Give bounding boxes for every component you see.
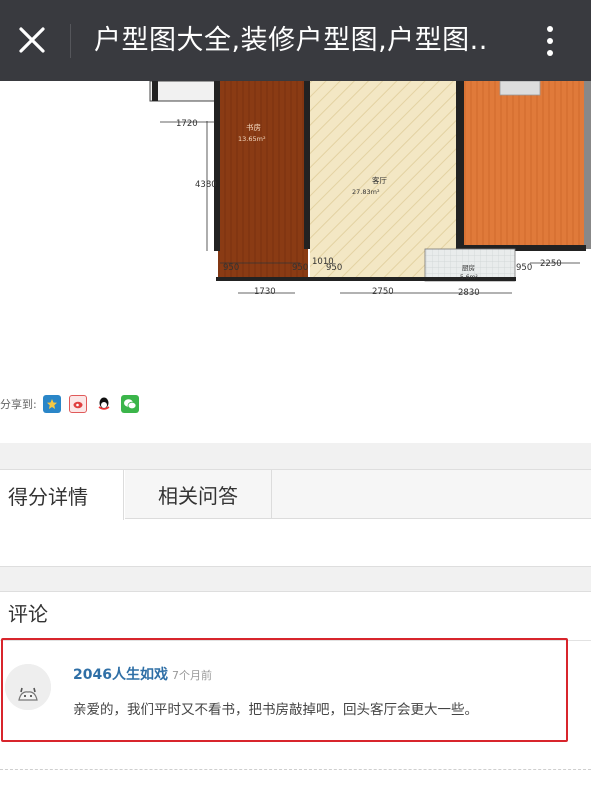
more-menu-button[interactable] xyxy=(532,20,568,62)
page-title: 户型图大全,装修户型图,户型图.. xyxy=(94,25,488,56)
more-vertical-icon xyxy=(547,26,553,32)
dim-label: 1720 xyxy=(176,119,198,129)
comment-text: 亲爱的，我们平时又不看书，把书房敲掉吧，回头客厅会更大一些。 xyxy=(73,702,478,718)
tab-label: 得分详情 xyxy=(8,484,88,509)
avatar[interactable] xyxy=(5,664,51,710)
dim-label: 950 xyxy=(516,263,532,273)
room-area-study: 13.65m² xyxy=(238,135,266,143)
dim-label: 950 xyxy=(223,263,239,273)
section-separator xyxy=(0,443,591,470)
tab-score-details[interactable]: 得分详情 xyxy=(0,470,124,520)
room-label-kitchen: 厨房 xyxy=(462,263,475,272)
comment-username[interactable]: 2046人生如戏 xyxy=(73,667,168,683)
qq-icon[interactable] xyxy=(94,395,113,413)
tab-related-qa[interactable]: 相关问答 xyxy=(125,470,272,518)
dim-label: 1730 xyxy=(254,287,276,297)
dim-label: 2830 xyxy=(458,288,480,298)
close-button[interactable] xyxy=(12,20,52,60)
room-label-study: 书房 xyxy=(246,122,261,132)
tab-label: 相关问答 xyxy=(158,483,238,508)
share-label: 分享到: xyxy=(0,398,37,411)
close-icon xyxy=(19,27,45,53)
detail-tabs: 得分详情 相关问答 xyxy=(0,470,591,520)
room-label-living: 客厅 xyxy=(372,175,387,185)
divider xyxy=(0,769,591,770)
dim-label: 2250 xyxy=(540,259,562,269)
comments-heading: 评论 xyxy=(8,602,48,626)
share-row: 分享到: xyxy=(0,392,147,416)
qzone-icon[interactable] xyxy=(42,395,61,413)
weibo-icon[interactable] xyxy=(68,395,87,413)
room-area-living: 27.83m² xyxy=(352,188,380,196)
comment-item[interactable]: 2046人生如戏 7个月前 亲爱的，我们平时又不看书，把书房敲掉吧，回头客厅会更大… xyxy=(1,638,568,742)
wechat-icon[interactable] xyxy=(120,395,139,413)
comment-time: 7个月前 xyxy=(171,669,212,682)
title-divider xyxy=(70,24,71,58)
dim-label: 4380 xyxy=(195,180,217,190)
dim-label: 2750 xyxy=(372,287,394,297)
dim-label: 950 xyxy=(292,263,308,273)
top-app-bar: 户型图大全,装修户型图,户型图.. xyxy=(0,0,591,81)
floor-plan-image[interactable]: 1720 4380 950 950 1010 950 950 2250 1730… xyxy=(0,81,591,311)
room-area-kitchen: 5.6m² xyxy=(460,274,478,281)
section-separator xyxy=(0,566,591,592)
dim-label: 950 xyxy=(326,263,342,273)
